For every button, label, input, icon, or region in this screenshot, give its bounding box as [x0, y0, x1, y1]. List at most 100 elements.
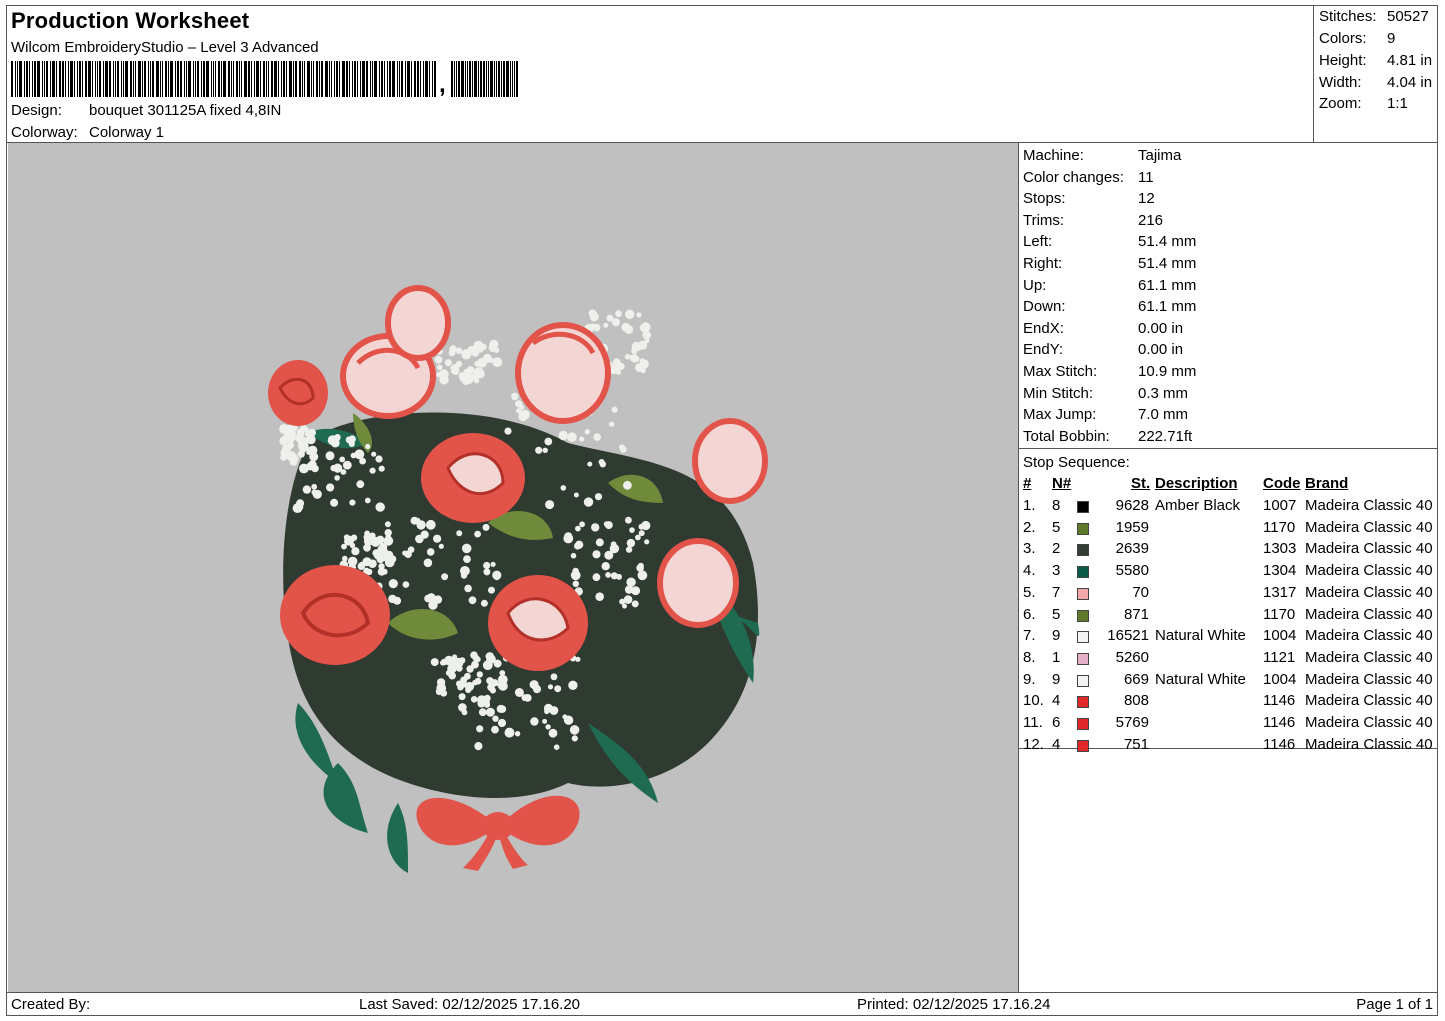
machine-row-label: EndX: [1023, 319, 1064, 337]
barcode-bar [17, 61, 18, 97]
barcode-bar [56, 61, 57, 97]
stop-stitches: 669 [1123, 670, 1149, 688]
barcode-bar [486, 61, 487, 97]
machine-row: Up: 61.1 mm [1023, 277, 1196, 298]
rose [657, 538, 739, 628]
babys-breath-floret [354, 449, 365, 460]
height-label: Height: [1319, 52, 1367, 69]
babys-breath-floret [472, 679, 478, 686]
babys-breath-floret [570, 552, 577, 559]
babys-breath-floret [521, 694, 529, 702]
babys-breath-floret [280, 454, 287, 461]
babys-breath-floret [485, 652, 495, 661]
rose [515, 322, 611, 424]
babys-breath-floret [407, 546, 415, 553]
babys-breath-floret [615, 310, 622, 318]
babys-breath-floret [535, 446, 543, 454]
machine-row-label: EndY: [1023, 341, 1064, 359]
machine-row: EndY: 0.00 in [1023, 341, 1183, 362]
babys-breath-floret [545, 724, 551, 730]
barcode-bar [138, 61, 141, 97]
leaf [387, 803, 408, 873]
babys-breath-floret [439, 375, 449, 385]
babys-breath-floret [631, 341, 642, 352]
babys-breath-floret [444, 359, 452, 367]
barcode-bar [175, 61, 176, 97]
barcode-bar [370, 61, 371, 97]
stop-seq: 9. [1023, 670, 1036, 688]
machine-row-value: 0.3 mm [1138, 384, 1189, 402]
bouquet-illustration [268, 285, 768, 873]
stop-row: 11. 6 5769 1146 Madeira Classic 40 [1019, 714, 1437, 735]
created-by: Created By: [11, 996, 91, 1013]
barcode-bar [266, 61, 267, 97]
babys-breath-floret [433, 534, 442, 543]
barcode-bar [99, 61, 101, 97]
machine-row-label: Down: [1023, 298, 1066, 316]
barcode-bar [231, 61, 232, 97]
babys-breath-floret [311, 483, 318, 490]
barcode-bar [451, 61, 453, 97]
barcode-bar [349, 61, 350, 97]
barcode-bar [510, 61, 511, 97]
software-name: Wilcom EmbroideryStudio – Level 3 Advanc… [11, 39, 319, 56]
stop-description: Natural White [1155, 670, 1246, 688]
babys-breath-floret [625, 309, 635, 319]
babys-breath-floret [498, 705, 507, 713]
babys-breath-floret [438, 543, 444, 549]
stop-row: 2. 5 1959 1170 Madeira Classic 40 [1019, 519, 1437, 540]
barcode-bar [307, 61, 310, 97]
barcode-bar [29, 61, 30, 97]
thread-color-swatch [1077, 696, 1089, 709]
babys-breath-floret [378, 465, 385, 472]
babys-breath-floret [290, 453, 298, 461]
barcode-bar [109, 61, 111, 97]
babys-breath-floret [434, 355, 443, 364]
stop-brand: Madeira Classic 40 [1305, 540, 1433, 558]
babys-breath-floret [402, 550, 408, 556]
machine-row: EndX: 0.00 in [1023, 320, 1183, 341]
thread-color-swatch [1077, 674, 1089, 687]
babys-breath-floret [463, 555, 471, 563]
stop-needle: 9 [1052, 627, 1061, 645]
babys-breath-floret [547, 684, 554, 690]
babys-breath-floret [601, 562, 610, 571]
barcode-bar [26, 61, 28, 97]
babys-breath-floret [623, 595, 633, 604]
barcode-bar [248, 61, 250, 97]
page-number: Page 1 of 1 [1356, 996, 1433, 1013]
stop-needle: 2 [1052, 540, 1061, 558]
babys-breath-floret [455, 347, 463, 355]
babys-breath-floret [488, 586, 495, 594]
babys-breath-floret [459, 374, 468, 383]
barcode-bar [105, 61, 108, 97]
babys-breath-floret [326, 483, 335, 492]
stop-code: 1146 [1263, 735, 1296, 753]
barcode-bar [274, 61, 277, 97]
babys-breath-floret [345, 436, 353, 444]
babys-breath-floret [464, 584, 472, 593]
babys-breath-floret [437, 686, 446, 695]
babys-breath-floret [471, 349, 479, 357]
babys-breath-floret [488, 343, 498, 352]
stop-seq: 5. [1023, 583, 1036, 601]
barcode-bar [342, 61, 345, 97]
col-header-code: Code [1263, 475, 1301, 492]
stop-row: 9. 9 669 Natural White 1004 Madeira Classic 4… [1019, 671, 1437, 692]
stop-needle: 5 [1052, 605, 1061, 623]
barcode-bar [256, 61, 259, 97]
babys-breath-floret [542, 447, 548, 453]
babys-breath-floret [482, 353, 492, 363]
barcode-bar [357, 61, 358, 97]
barcode-bar [501, 61, 502, 97]
machine-row-value: 10.9 mm [1138, 363, 1197, 380]
stop-code: 1146 [1263, 692, 1296, 710]
babys-breath-floret [385, 550, 394, 559]
stop-code: 1170 [1263, 518, 1296, 536]
page-title: Production Worksheet [11, 8, 250, 33]
babys-breath-floret [393, 596, 402, 605]
barcode-bar [289, 61, 292, 97]
barcode-bar [32, 61, 33, 97]
babys-breath-floret [375, 502, 385, 512]
babys-breath-floret [483, 568, 491, 576]
